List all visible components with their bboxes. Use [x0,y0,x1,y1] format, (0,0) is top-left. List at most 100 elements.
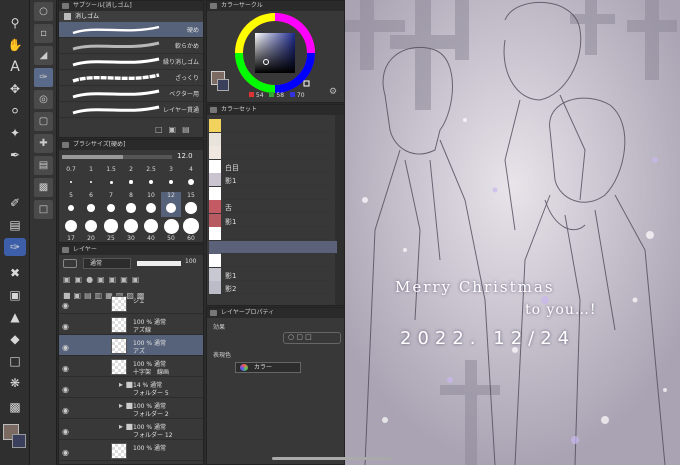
color-set-row[interactable] [209,146,337,159]
color-set-row[interactable] [209,132,337,146]
opacity-slider[interactable] [137,261,181,266]
subtool-action-icons[interactable]: □▣▤ [155,125,196,134]
color-swatch[interactable] [209,186,221,200]
brush-size-option[interactable]: 2.5 [141,166,161,191]
sparkle-icon[interactable]: ✦ [4,124,26,142]
sub-color-swatch[interactable] [12,434,26,448]
layer-row[interactable]: ◉ ▸ ■ 100 % 通常 フォルダー 2 [59,398,203,419]
sub-tool-icon-6[interactable]: ▢ [34,112,53,131]
brush-size-option[interactable]: 0.7 [61,166,81,191]
brush-size-option[interactable]: 2 [121,166,141,191]
sub-tool-icon-8[interactable]: ▤ [34,156,53,175]
color-swatch[interactable] [209,173,221,186]
layer-visibility-icon[interactable]: ◉ [62,343,69,352]
color-swatch[interactable] [209,254,221,267]
sub-tool-icon-2[interactable]: ▫ [34,24,53,43]
color-set-row[interactable] [209,119,337,132]
color-swatch[interactable] [209,200,221,213]
layer-visibility-icon[interactable]: ◉ [62,301,69,310]
subtool-group[interactable]: 消しゴム [59,11,203,22]
brush-item[interactable]: 硬め [59,22,203,38]
color-set-row[interactable]: 影1 [209,267,337,281]
brush-size-option[interactable]: 30 [121,218,141,243]
color-set-row[interactable]: 影1 [209,173,337,186]
droplet-icon[interactable]: ❋ [4,374,26,392]
color-settings-icon[interactable]: ⚙ [329,87,337,97]
color-set-row[interactable]: 白目 [209,159,337,173]
ruler-icon[interactable]: ▣ [4,286,26,304]
brush-size-option[interactable]: 60 [181,218,201,243]
layer-row[interactable]: ◉ 100 % 通常 アズ線 [59,314,203,335]
secondary-color-swatch[interactable] [217,79,229,91]
layer-row[interactable]: ◉ ▸ ■ 14 % 通常 フォルダー 5 [59,377,203,398]
layer-visibility-icon[interactable]: ◉ [62,322,69,331]
zoom-icon[interactable]: ⚲ [4,14,26,32]
brush-size-option[interactable]: 6 [81,192,101,217]
brush-size-option[interactable]: 1.5 [101,166,121,191]
color-set-row[interactable] [209,254,337,267]
brush-item[interactable]: ざっくり [59,70,203,86]
brush-size-slider[interactable] [62,155,172,159]
frame-icon[interactable]: □ [4,352,26,370]
figure-icon[interactable]: ✖ [4,264,26,282]
brush-size-option[interactable]: 10 [141,192,161,217]
brush-size-option[interactable]: 40 [141,218,161,243]
effect-buttons[interactable]: ○ ▢ □ [283,332,341,344]
eraser-tool-icon[interactable]: ✑ [4,238,26,256]
brush-size-option[interactable]: 17 [61,218,81,243]
layer-tool-icon[interactable]: ▩ [4,398,26,416]
sub-tool-icon-3[interactable]: ◢ [34,46,53,65]
text-tool-icon[interactable]: A [4,58,26,76]
brush-item[interactable]: レイヤー貫通 [59,102,203,118]
color-set-row[interactable]: 影1 [209,213,337,227]
brush-size-option[interactable]: 3 [161,166,181,191]
layer-color-toggle[interactable] [63,259,77,268]
layer-lock-icons[interactable]: ▣▣●▣▣▣▣ [63,275,143,284]
color-swatch[interactable] [209,119,221,132]
brush-item[interactable]: ベクター用 [59,86,203,102]
layer-visibility-icon[interactable]: ◉ [62,406,69,415]
brush-size-option[interactable]: 1 [81,166,101,191]
layer-visibility-icon[interactable]: ◉ [62,448,69,457]
brush-size-option[interactable]: 15 [181,192,201,217]
layer-visibility-icon[interactable]: ◉ [62,385,69,394]
brush-size-option[interactable]: 12 [161,192,181,217]
brush-size-option[interactable]: 25 [101,218,121,243]
gradient-icon[interactable]: ◆ [4,330,26,348]
blend-mode-select[interactable]: 通常 [83,258,131,269]
display-color-select[interactable]: カラー [235,362,301,373]
brush-size-option[interactable]: 5 [61,192,81,217]
layer-row[interactable]: ◉ 100 % 通常 [59,440,203,461]
color-swatch[interactable] [209,146,221,159]
brush-size-option[interactable]: 7 [101,192,121,217]
color-set-row[interactable]: 舌 [209,200,337,213]
brush-size-option[interactable]: 8 [121,192,141,217]
blend-icon[interactable]: ▤ [4,216,26,234]
canvas[interactable]: Merry Christmas to you…! 2022. 12/24 [345,0,680,465]
sub-tool-icon-4[interactable]: ✑ [34,68,53,87]
brush-size-option[interactable]: 50 [161,218,181,243]
color-swatch[interactable] [209,227,221,240]
brush-item[interactable]: 軟らかめ [59,38,203,54]
color-set-row[interactable]: 影2 [209,281,337,294]
layer-row[interactable]: ◉ ▸ ■ 100 % 通常 フォルダー 12 [59,419,203,440]
color-swatch[interactable] [209,281,221,294]
color-swatch[interactable] [209,267,221,281]
layer-row[interactable]: ◉ 100 % 通常 十字架 線画 [59,356,203,377]
color-swatch[interactable] [209,132,221,146]
color-swatch[interactable] [209,159,221,173]
color-set-row[interactable] [209,240,337,254]
layer-visibility-icon[interactable]: ◉ [62,364,69,373]
layer-row[interactable]: ◉ 100 % 通常 アズ [59,335,203,356]
layer-visibility-icon[interactable]: ◉ [62,427,69,436]
brush-item[interactable]: 縁り消しゴム [59,54,203,70]
color-swatch[interactable] [209,213,221,227]
sub-tool-icon-7[interactable]: ✚ [34,134,53,153]
color-swatch[interactable] [209,240,221,254]
sub-tool-icon-1[interactable]: ○ [34,2,53,21]
brush-size-option[interactable]: 20 [81,218,101,243]
color-wheel[interactable] [233,11,317,95]
fill-icon[interactable]: ▲ [4,308,26,326]
color-set-row[interactable] [209,227,337,240]
sub-tool-icon-9[interactable]: ▩ [34,178,53,197]
